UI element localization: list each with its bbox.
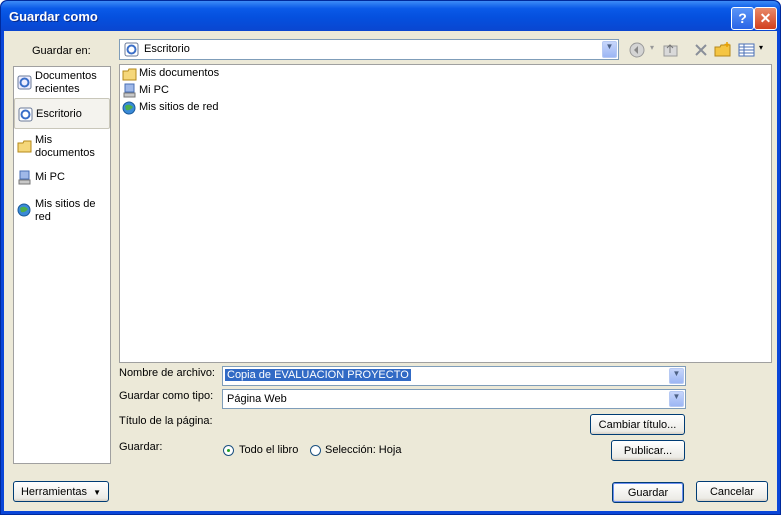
save-button[interactable]: Guardar — [612, 482, 684, 503]
up-folder-icon[interactable] — [662, 41, 680, 59]
back-dropdown-icon[interactable]: ▾ — [650, 43, 654, 52]
my-documents-icon — [17, 140, 32, 153]
network-places-icon — [17, 203, 31, 217]
dialog-title: Guardar como — [9, 9, 98, 24]
file-type-value: Página Web — [227, 393, 287, 405]
my-documents-icon — [122, 68, 137, 81]
list-item[interactable]: Mi PC — [122, 82, 169, 99]
chevron-down-icon[interactable]: ▼ — [669, 391, 684, 407]
place-desktop[interactable]: Escritorio — [14, 98, 110, 129]
publish-button[interactable]: Publicar... — [611, 440, 685, 461]
help-icon: ? — [738, 10, 747, 26]
chevron-down-icon: ▼ — [93, 488, 101, 497]
save-in-value: Escritorio — [144, 43, 190, 55]
place-my-computer[interactable]: Mi PC — [14, 166, 110, 188]
file-name: Mis documentos — [139, 67, 220, 79]
network-places-icon — [122, 101, 136, 115]
place-label: Mis sitios de red — [35, 198, 96, 223]
chevron-down-icon[interactable]: ▼ — [669, 368, 684, 384]
place-recent-documents[interactable]: Documentos recientes — [14, 69, 110, 97]
places-bar: Documentos recientes Escritorio Mis docu… — [13, 66, 111, 464]
close-button[interactable]: ✕ — [754, 7, 777, 30]
title-bar[interactable]: Guardar como ? ✕ — [1, 1, 780, 31]
desktop-icon — [18, 107, 33, 122]
close-icon: ✕ — [759, 10, 772, 26]
cancel-button[interactable]: Cancelar — [696, 481, 768, 502]
dialog-body: Guardar en: Escritorio ▼ ▾ ▾ Documentos … — [4, 31, 777, 511]
file-list[interactable]: Mis documentos Mi PC Mis sitios de red — [119, 64, 772, 363]
save-scope-label: Guardar: — [119, 441, 163, 453]
my-computer-icon — [18, 170, 31, 185]
change-title-button[interactable]: Cambiar título... — [590, 414, 685, 435]
page-title-label: Título de la página: — [119, 415, 213, 427]
views-dropdown-icon[interactable]: ▾ — [759, 43, 763, 52]
option-selection-sheet[interactable]: Selección: Hoja — [325, 444, 401, 456]
file-name: Mis sitios de red — [139, 101, 219, 113]
tools-button[interactable]: Herramientas ▼ — [13, 481, 109, 502]
back-icon[interactable] — [628, 41, 646, 59]
chevron-down-icon[interactable]: ▼ — [602, 41, 617, 58]
radio-selection-sheet[interactable] — [310, 445, 321, 456]
place-my-documents[interactable]: Mis documentos — [14, 132, 110, 160]
file-type-label: Guardar como tipo: — [119, 390, 214, 402]
place-label: Mi PC — [35, 171, 65, 183]
list-item[interactable]: Mis documentos — [122, 65, 219, 82]
save-in-dropdown[interactable]: Escritorio ▼ — [119, 39, 619, 60]
option-entire-workbook[interactable]: Todo el libro — [239, 444, 298, 456]
radio-entire-workbook[interactable] — [223, 445, 234, 456]
delete-icon[interactable] — [692, 41, 710, 59]
help-button[interactable]: ? — [731, 7, 754, 30]
save-in-label: Guardar en: — [32, 45, 91, 57]
file-name: Mi PC — [139, 84, 169, 96]
filename-value: Copia de EVALUACION PROYECTO — [225, 369, 411, 381]
filename-input[interactable]: Copia de EVALUACION PROYECTO ▼ — [222, 366, 686, 386]
file-type-dropdown[interactable]: Página Web ▼ — [222, 389, 686, 409]
recent-documents-icon — [17, 75, 32, 90]
list-item[interactable]: Mis sitios de red — [122, 99, 218, 116]
place-label: Escritorio — [36, 108, 82, 120]
place-label: Mis documentos — [35, 134, 95, 159]
place-label: Documentos recientes — [35, 70, 97, 95]
views-icon[interactable] — [738, 41, 756, 59]
tools-label: Herramientas — [20, 486, 88, 498]
save-as-dialog: Guardar como ? ✕ Guardar en: Escritorio … — [0, 0, 781, 515]
my-computer-icon — [123, 83, 136, 98]
new-folder-icon[interactable] — [714, 41, 732, 59]
filename-label: Nombre de archivo: — [119, 367, 215, 379]
place-network[interactable]: Mis sitios de red — [14, 195, 110, 225]
desktop-icon — [124, 42, 139, 57]
